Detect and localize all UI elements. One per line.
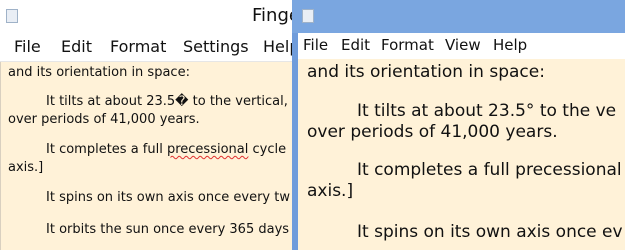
right-notepad-window: File Edit Format View Help and its orien… xyxy=(292,0,625,250)
left-menu-settings[interactable]: Settings xyxy=(183,37,249,56)
left-menu-edit[interactable]: Edit xyxy=(61,37,92,56)
left-line-precession-a: It completes a full xyxy=(46,142,167,157)
notepad-app-icon[interactable] xyxy=(302,9,314,23)
left-line-tilt: It tilts at about 23.5� to the vertical, xyxy=(46,94,288,109)
right-menu-file[interactable]: File xyxy=(303,36,328,54)
left-notepad-window: Finge File Edit Format Settings Help and… xyxy=(0,0,292,250)
notepad-app-icon[interactable] xyxy=(6,9,18,23)
left-line-axis: axis.] xyxy=(8,160,44,175)
right-line-tilt: It tilts at about 23.5° to the ve xyxy=(357,101,617,121)
right-line-periods: over periods of 41,000 years. xyxy=(307,122,558,142)
left-line-periods: over periods of 41,000 years. xyxy=(8,112,200,127)
right-menu-format[interactable]: Format xyxy=(381,36,434,54)
right-menu-view[interactable]: View xyxy=(445,36,481,54)
left-line-precession-c: cycle xyxy=(248,142,287,157)
right-line-axis: axis.] xyxy=(307,181,354,201)
left-line-orbits: It orbits the sun once every 365 days xyxy=(46,222,290,237)
left-line-orientation: and its orientation in space: xyxy=(8,65,190,80)
left-menu-bar: File Edit Format Settings Help xyxy=(0,33,292,62)
left-menu-file[interactable]: File xyxy=(14,37,41,56)
right-menu-bar: File Edit Format View Help xyxy=(298,33,625,59)
right-text-area[interactable]: and its orientation in space: It tilts a… xyxy=(298,59,625,250)
right-title-bar[interactable] xyxy=(292,0,625,33)
right-menu-edit[interactable]: Edit xyxy=(341,36,370,54)
right-line-spins: It spins on its own axis once ev xyxy=(357,222,623,242)
right-line-precession: It completes a full precessional xyxy=(357,160,622,180)
left-text-area[interactable]: and its orientation in space: It tilts a… xyxy=(0,62,292,250)
right-menu-help[interactable]: Help xyxy=(493,36,527,54)
right-line-orientation: and its orientation in space: xyxy=(307,62,545,82)
spellcheck-precessional[interactable]: precessional xyxy=(167,142,248,157)
left-line-spins: It spins on its own axis once every tw xyxy=(46,190,290,205)
left-line-precession: It completes a full precessional cycle xyxy=(46,142,286,157)
left-window-title: Finge xyxy=(252,5,292,26)
left-title-bar[interactable]: Finge xyxy=(0,0,292,33)
left-menu-format[interactable]: Format xyxy=(110,37,166,56)
left-menu-help[interactable]: Help xyxy=(263,37,292,56)
